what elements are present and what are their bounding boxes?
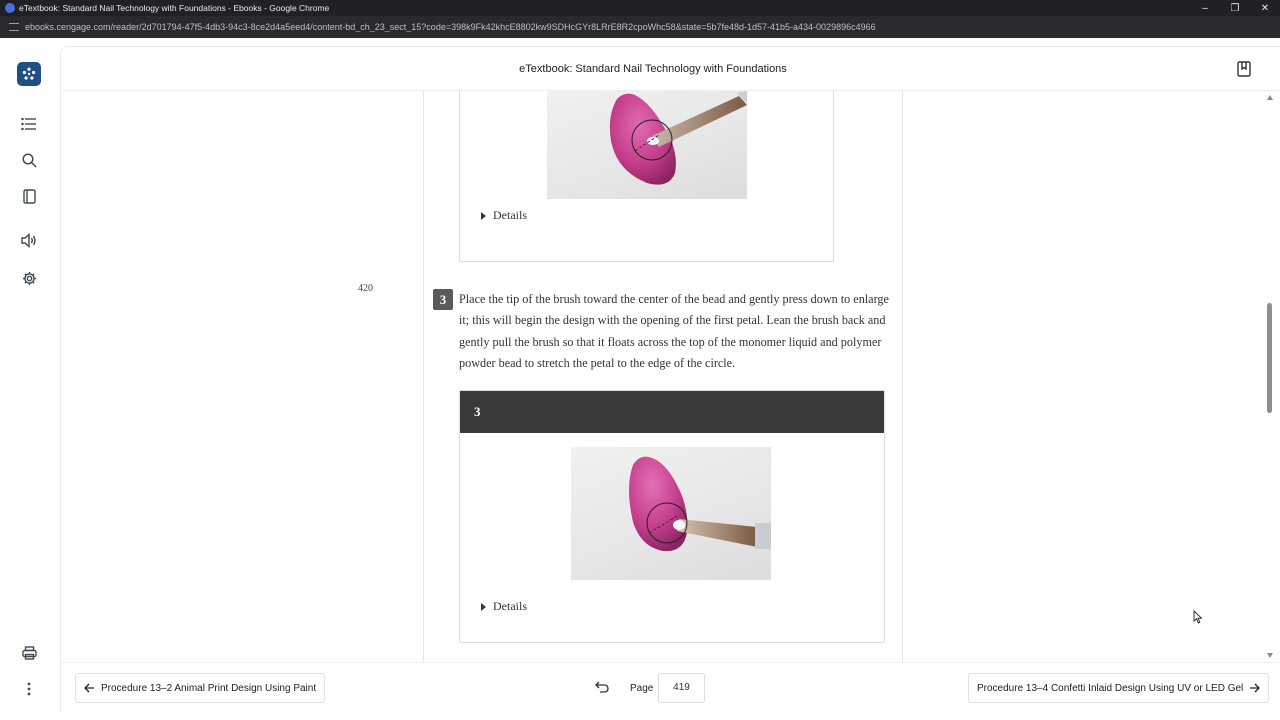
bookmark-icon[interactable] [1237, 61, 1253, 79]
read-aloud-icon[interactable] [17, 228, 41, 252]
step-instruction-text: Place the tip of the brush toward the ce… [459, 292, 889, 371]
site-info-icon[interactable] [9, 23, 19, 31]
nail-brush-photo [547, 91, 747, 199]
page-number-input[interactable]: 419 [658, 673, 705, 703]
notebook-icon[interactable] [17, 184, 41, 208]
page-left-border [423, 91, 424, 662]
window-title-bar: eTextbook: Standard Nail Technology with… [0, 0, 1280, 16]
window-title: eTextbook: Standard Nail Technology with… [19, 3, 330, 13]
reader-content[interactable]: 420 Details 3 Place the tip of the brush… [61, 91, 1271, 662]
figure-details-toggle[interactable]: Details [481, 599, 527, 614]
step-number-badge: 3 [433, 289, 453, 310]
go-back-button[interactable] [595, 680, 611, 696]
mouse-cursor-icon [1193, 609, 1203, 629]
details-label: Details [493, 208, 527, 222]
arrow-right-icon [1250, 683, 1261, 693]
next-section-label: Procedure 13–4 Confetti Inlaid Design Us… [977, 682, 1244, 694]
figure-details-toggle[interactable]: Details [481, 208, 527, 223]
details-label: Details [493, 599, 527, 613]
scroll-up-arrow-icon[interactable] [1267, 95, 1273, 100]
figure-header: 3 [460, 391, 884, 433]
reader-header: eTextbook: Standard Nail Technology with… [61, 47, 1280, 91]
next-section-button[interactable]: Procedure 13–4 Confetti Inlaid Design Us… [968, 673, 1270, 703]
settings-gear-icon[interactable] [17, 266, 41, 290]
page-label: Page [630, 683, 654, 694]
previous-section-label: Procedure 13–2 Animal Print Design Using… [101, 682, 317, 694]
close-icon[interactable]: ✕ [1250, 0, 1280, 16]
book-title: eTextbook: Standard Nail Technology with… [519, 63, 787, 75]
search-icon[interactable] [17, 148, 41, 172]
left-rail [0, 38, 58, 720]
scroll-down-arrow-icon[interactable] [1267, 653, 1273, 658]
favicon-icon [5, 3, 15, 13]
figure-step-3: 3 Details [459, 390, 885, 643]
table-of-contents-icon[interactable] [17, 112, 41, 136]
undo-arrow-icon [595, 681, 609, 693]
more-options-icon[interactable] [17, 677, 41, 701]
caret-right-icon [481, 211, 486, 220]
cengage-logo-icon[interactable] [17, 62, 41, 86]
nail-brush-photo [571, 447, 771, 580]
address-bar[interactable]: ebooks.cengage.com/reader/2d701794-47f5-… [0, 16, 1280, 38]
previous-section-button[interactable]: Procedure 13–2 Animal Print Design Using… [75, 673, 326, 703]
figure-previous-step: Details [459, 91, 834, 262]
page-right-border [902, 91, 903, 662]
caret-right-icon [481, 602, 486, 611]
print-icon[interactable] [17, 641, 41, 665]
content-scrollbar[interactable] [1264, 91, 1276, 662]
arrow-left-icon [84, 683, 94, 693]
reader-footer: Procedure 13–2 Animal Print Design Using… [61, 662, 1280, 713]
scrollbar-thumb[interactable] [1267, 303, 1272, 413]
page-number-marker: 420 [358, 283, 373, 294]
url-text[interactable]: ebooks.cengage.com/reader/2d701794-47f5-… [25, 22, 876, 32]
reader-app: eTextbook: Standard Nail Technology with… [60, 46, 1280, 712]
restore-icon[interactable]: ❐ [1220, 0, 1250, 16]
minimize-icon[interactable]: – [1190, 0, 1220, 16]
